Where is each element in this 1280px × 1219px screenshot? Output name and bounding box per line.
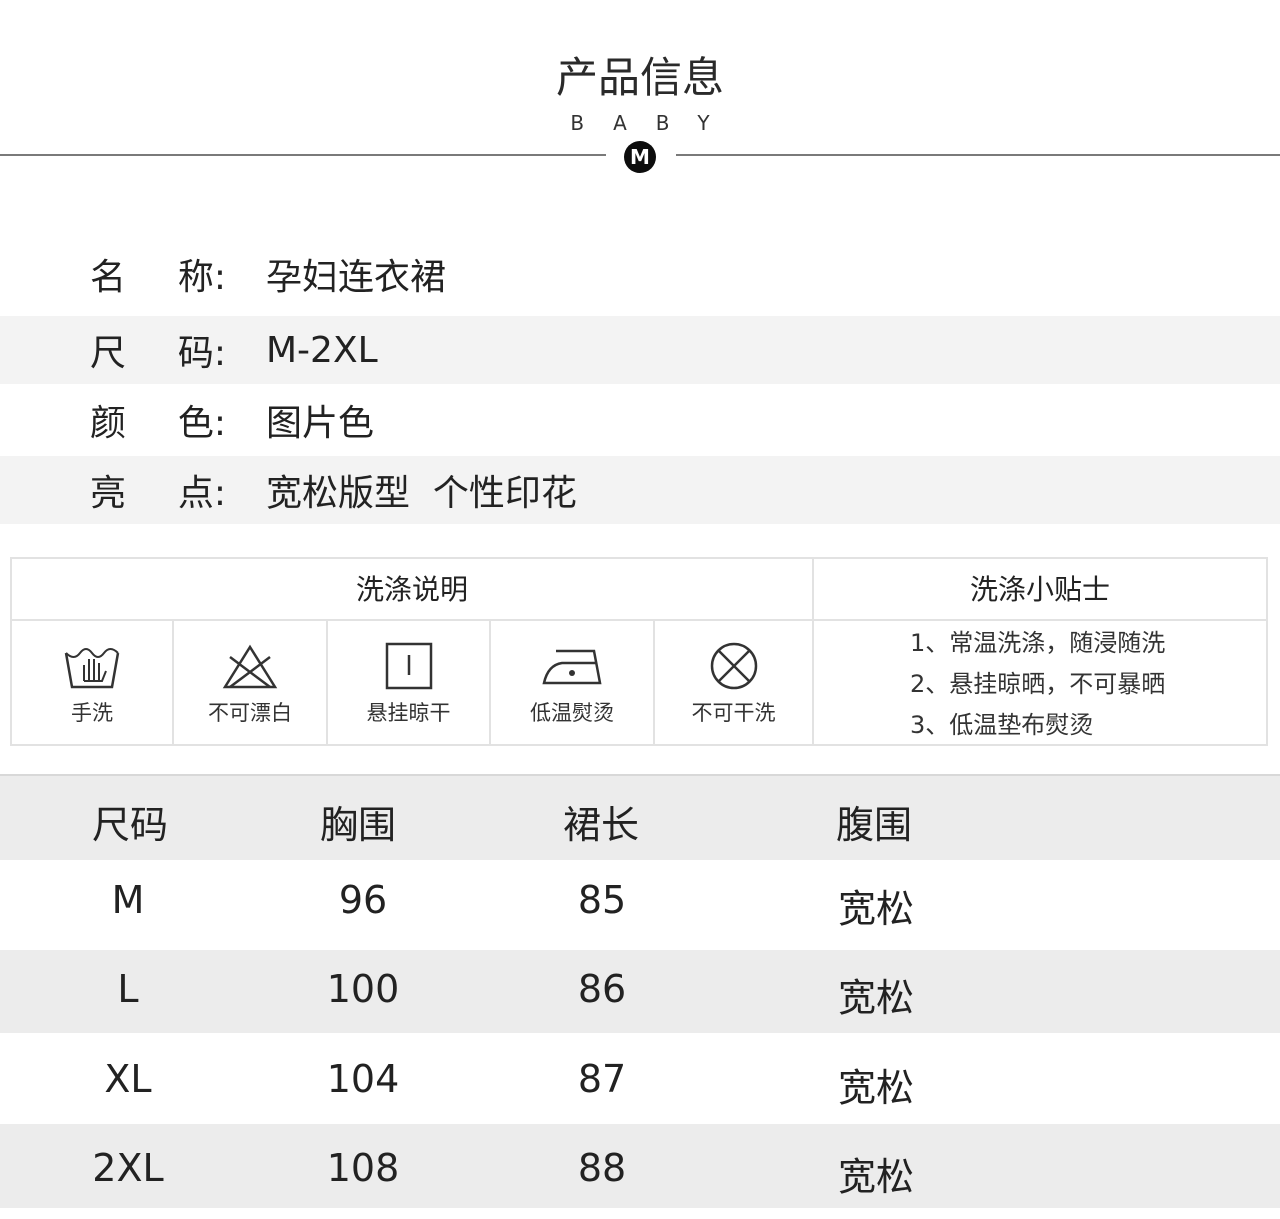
- wash-tip: 3、低温垫布熨烫: [910, 711, 1094, 739]
- header-bust: 胸围: [320, 803, 397, 847]
- wash-label: 悬挂晾干: [366, 701, 451, 725]
- info-row-size: 尺码: M-2XL: [0, 316, 1280, 384]
- wash-divider: [812, 559, 814, 744]
- info-key: 尺码:: [90, 333, 226, 374]
- header-length: 裙长: [563, 803, 640, 847]
- wash-tip: 2、悬挂晾晒，不可暴晒: [910, 670, 1166, 698]
- cell-size: 2XL: [92, 1146, 164, 1190]
- cell-bust: 96: [338, 878, 388, 922]
- divider-left: [0, 154, 606, 156]
- hang-dry-icon: [385, 642, 432, 690]
- table-row: 2XL 108 88 宽松: [0, 1124, 1280, 1208]
- no-bleach-icon: [222, 644, 278, 689]
- wash-item-no-dry-clean: 不可干洗: [655, 621, 812, 746]
- brand-badge: M: [624, 141, 656, 173]
- wash-instructions-title: 洗涤说明: [355, 573, 468, 606]
- cell-length: 87: [577, 1057, 627, 1101]
- no-dry-clean-icon: [710, 642, 757, 690]
- info-value: 孕妇连衣裙: [266, 257, 447, 298]
- info-row-color: 颜色: 图片色: [0, 386, 1280, 454]
- info-key: 名称:: [90, 257, 226, 298]
- cell-size: XL: [104, 1057, 152, 1101]
- page-title: 产品信息: [555, 53, 724, 102]
- header-size: 尺码: [92, 803, 169, 847]
- cell-length: 86: [577, 967, 627, 1011]
- cell-bust: 108: [326, 1146, 400, 1190]
- cell-size: M: [111, 878, 145, 922]
- cell-length: 88: [577, 1146, 627, 1190]
- wash-label: 低温熨烫: [530, 701, 614, 725]
- wash-item-hand-wash: 手洗: [12, 621, 172, 746]
- info-row-name: 名称: 孕妇连衣裙: [0, 240, 1280, 308]
- cell-size: L: [117, 967, 139, 1011]
- info-value: 宽松版型 个性印花: [266, 473, 577, 514]
- wash-label: 手洗: [71, 701, 113, 725]
- cell-waist: 宽松: [837, 976, 914, 1020]
- table-row: L 100 86 宽松: [0, 950, 1280, 1033]
- header-waist: 腹围: [836, 803, 913, 847]
- info-row-highlights: 亮点: 宽松版型 个性印花: [0, 456, 1280, 524]
- wash-tips-title: 洗涤小贴士: [969, 573, 1110, 606]
- page-subtitle: BABY: [570, 111, 739, 135]
- low-iron-icon: [542, 649, 602, 685]
- table-row: XL 104 87 宽松: [0, 1033, 1280, 1124]
- wash-item-hang-dry: 悬挂晾干: [328, 621, 489, 746]
- table-row: M 96 85 宽松: [0, 860, 1280, 950]
- cell-length: 85: [577, 878, 627, 922]
- wash-tips: 1、常温洗涤，随浸随洗 2、悬挂晾晒，不可暴晒 3、低温垫布熨烫: [910, 623, 1165, 746]
- wash-item-no-bleach: 不可漂白: [174, 621, 326, 746]
- cell-bust: 100: [326, 967, 400, 1011]
- cell-waist: 宽松: [837, 1155, 914, 1199]
- cell-bust: 104: [326, 1057, 400, 1101]
- wash-item-low-iron: 低温熨烫: [491, 621, 653, 746]
- hand-wash-icon: [64, 648, 120, 689]
- cell-waist: 宽松: [837, 1066, 914, 1110]
- wash-label: 不可干洗: [691, 701, 776, 725]
- wash-label: 不可漂白: [208, 701, 292, 725]
- info-key: 颜色:: [90, 403, 226, 444]
- cell-waist: 宽松: [837, 887, 914, 931]
- wash-table: 洗涤说明 洗涤小贴士 手洗 不可漂白 悬挂晾干 低温熨烫 不可干洗 1、常温洗涤…: [10, 557, 1268, 746]
- wash-tip: 1、常温洗涤，随浸随洗: [910, 629, 1166, 657]
- info-value: 图片色: [266, 403, 375, 444]
- info-value: M-2XL: [266, 329, 378, 371]
- divider-right: [676, 154, 1280, 156]
- info-key: 亮点:: [90, 473, 226, 514]
- size-table-header: 尺码 胸围 裙长 腹围: [0, 776, 1280, 860]
